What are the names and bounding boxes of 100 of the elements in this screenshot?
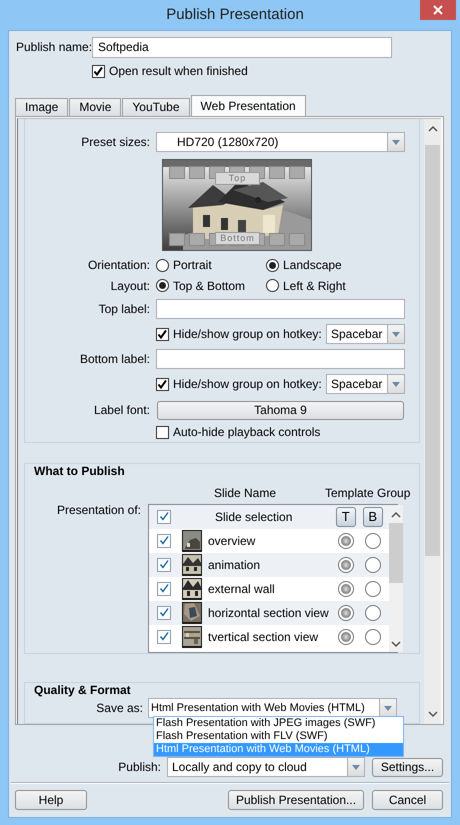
radio-button[interactable] [364, 580, 381, 597]
dialog-button[interactable]: Publish Presentation... [228, 790, 364, 810]
checkbox[interactable] [157, 510, 171, 524]
list-header-label: Slide selection [214, 510, 294, 524]
placeholder-tile [289, 233, 305, 246]
preview-label: Top [215, 172, 260, 186]
dropdown-option[interactable]: Flash Presentation with JPEG images (SWF) [154, 717, 403, 730]
checkbox-label: Open result when finished [109, 64, 248, 78]
dropdown[interactable]: Locally and copy to cloud [167, 757, 365, 778]
check-icon [158, 559, 170, 570]
slide-name: animation [207, 558, 262, 572]
radio-button[interactable] [338, 580, 354, 597]
group-button[interactable]: T [336, 506, 356, 527]
dropdown-arrow-icon [391, 138, 401, 146]
scroll-up-icon [428, 125, 438, 134]
slide-name: overview [207, 534, 256, 548]
check-icon [158, 511, 170, 522]
dropdown[interactable]: Html Presentation with Web Movies (HTML) [148, 698, 397, 718]
placeholder-tile [169, 233, 185, 246]
checkbox[interactable] [156, 378, 169, 391]
tab[interactable]: Web Presentation [190, 95, 306, 116]
field-label: Orientation: [86, 258, 151, 273]
check-icon [158, 607, 170, 618]
font-button[interactable]: Tahoma 9 [157, 401, 404, 420]
radio-label: Left & Right [283, 278, 346, 294]
checkbox[interactable] [156, 426, 169, 439]
radio-button[interactable] [266, 259, 279, 272]
group-title: What to Publish [33, 464, 126, 478]
checkbox[interactable] [92, 64, 105, 78]
tab[interactable]: Image [15, 98, 68, 116]
column-header: Slide Name [214, 486, 278, 500]
check-icon [157, 328, 168, 340]
check-icon [158, 631, 170, 642]
slide-name: external wall [207, 582, 276, 596]
placeholder-tile [289, 166, 305, 180]
radio-label: Landscape [283, 258, 342, 273]
placeholder-tile [189, 166, 205, 180]
dialog-button[interactable]: Help [15, 790, 87, 810]
radio-button[interactable] [156, 279, 169, 292]
scroll-down-icon [428, 710, 438, 718]
field-label: Publish name: [16, 40, 92, 55]
field-label: Presentation of: [56, 502, 142, 518]
settings-button[interactable]: Settings... [372, 758, 443, 777]
dialog-button[interactable]: Cancel [372, 790, 443, 810]
checkbox[interactable] [157, 606, 171, 620]
scrollbar[interactable] [388, 504, 403, 652]
field-label: Top label: [98, 302, 151, 316]
slide-name: horizontal section view [207, 606, 329, 620]
check-icon [158, 535, 170, 546]
scrollbar[interactable] [424, 119, 441, 724]
group-button[interactable]: B [362, 506, 383, 527]
scroll-up-icon [390, 510, 401, 519]
placeholder-tile [269, 233, 285, 246]
radio-button[interactable] [364, 532, 381, 549]
checkbox-label: Hide/show group on hotkey: [173, 376, 322, 392]
checkbox[interactable] [157, 582, 171, 596]
tab[interactable]: Movie [69, 98, 122, 116]
input-field[interactable]: Softpedia [92, 37, 392, 58]
radio-button[interactable] [156, 259, 169, 272]
radio-button[interactable] [364, 604, 381, 621]
scrollbar-thumb[interactable] [425, 145, 440, 556]
field-label: Label font: [92, 403, 151, 418]
checkbox[interactable] [156, 328, 169, 341]
radio-button[interactable] [338, 556, 354, 573]
check-icon [93, 66, 104, 77]
window-title: Publish Presentation [165, 5, 305, 25]
placeholder-tile [189, 233, 205, 246]
input-field[interactable] [156, 349, 405, 370]
radio-button[interactable] [364, 556, 381, 573]
dropdown[interactable]: HD720 (1280x720) [156, 132, 405, 152]
close-icon [433, 5, 443, 15]
dropdown-arrow-icon [351, 764, 361, 771]
radio-button[interactable] [364, 628, 381, 645]
scroll-down-icon [390, 640, 401, 648]
radio-button[interactable] [338, 628, 354, 645]
field-label: Layout: [110, 278, 151, 294]
checkbox[interactable] [157, 534, 171, 548]
dropdown-option[interactable]: Flash Presentation with FLV (SWF) [154, 730, 403, 743]
field-label: Bottom label: [78, 352, 151, 366]
checkbox[interactable] [157, 630, 171, 644]
radio-button[interactable] [338, 604, 354, 621]
radio-button[interactable] [266, 279, 279, 292]
dropdown[interactable]: Spacebar [326, 374, 405, 394]
group-title: Quality & Format [33, 682, 132, 697]
check-icon [158, 583, 170, 594]
field-label: Publish: [118, 760, 161, 775]
scrollbar-thumb[interactable] [388, 522, 403, 583]
close-button[interactable] [420, 0, 456, 20]
column-header: Template Group [325, 486, 410, 500]
placeholder-tile [169, 166, 185, 180]
dropdown-arrow-icon [383, 704, 393, 712]
preview-label: Bottom [215, 232, 260, 246]
radio-button[interactable] [338, 532, 354, 549]
tab[interactable]: YouTube [122, 98, 190, 116]
dropdown[interactable]: Spacebar [326, 324, 405, 344]
check-icon [157, 378, 168, 390]
checkbox[interactable] [157, 558, 171, 572]
input-field[interactable] [156, 299, 405, 320]
field-label: Preset sizes: [80, 135, 151, 150]
dropdown-arrow-icon [391, 330, 401, 338]
